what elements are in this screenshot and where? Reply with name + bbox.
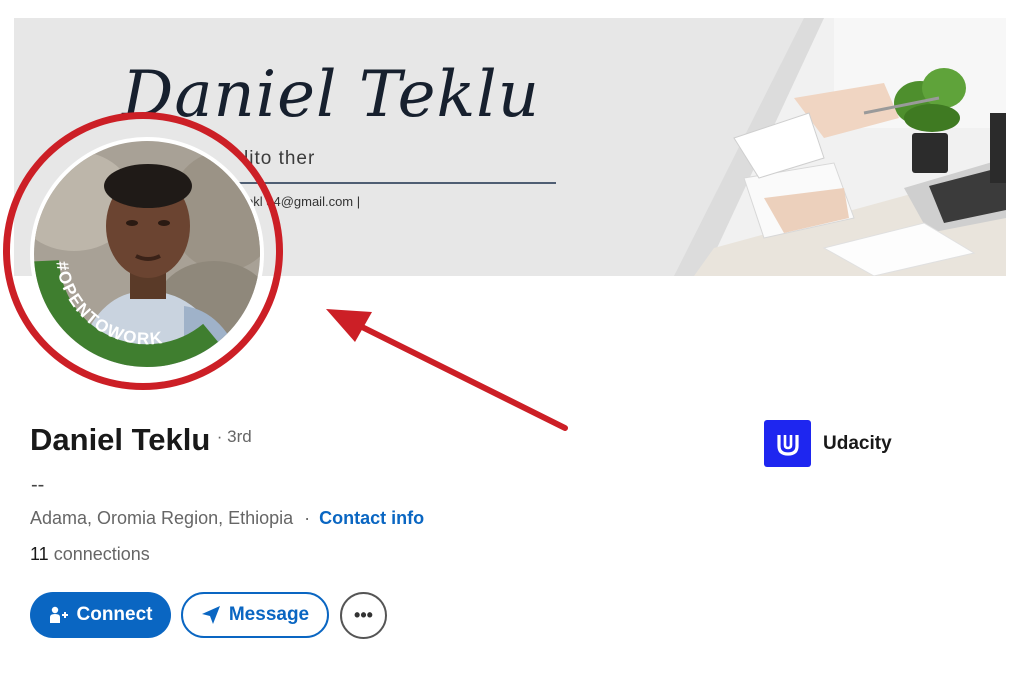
connection-degree: · 3rd	[216, 427, 252, 446]
profile-location: Adama, Oromia Region, Ethiopia	[30, 508, 294, 528]
connect-label: Connect	[76, 604, 153, 625]
message-label: Message	[228, 604, 310, 625]
avatar-photo: #OPENTOWORK	[34, 141, 260, 367]
more-label: •••	[354, 605, 373, 625]
name-row: Daniel Teklu · 3rd	[30, 422, 252, 458]
contact-info-link[interactable]: Contact info	[319, 508, 424, 528]
location-row: Adama, Oromia Region, Ethiopia · Contact…	[30, 508, 424, 529]
connections-number: 11	[30, 544, 49, 564]
message-button[interactable]: Message	[181, 592, 329, 638]
profile-name: Daniel Teklu	[30, 422, 211, 457]
connections-count[interactable]: 11 connections	[30, 544, 150, 565]
udacity-logo-icon	[764, 420, 811, 467]
banner-office-photo	[674, 18, 1006, 276]
company-name: Udacity	[823, 432, 892, 454]
location-separator: ·	[304, 508, 311, 528]
connections-label: connections	[53, 544, 150, 564]
add-person-icon	[49, 605, 69, 625]
more-actions-button[interactable]: •••	[340, 592, 387, 639]
profile-headline: --	[31, 474, 45, 496]
send-icon	[201, 605, 221, 625]
profile-card: Daniel Teklu lito ther ekl 34@gmail.com …	[0, 0, 1024, 676]
current-company[interactable]: Udacity	[764, 420, 892, 467]
connect-button[interactable]: Connect	[30, 592, 171, 638]
profile-avatar[interactable]: #OPENTOWORK	[34, 141, 260, 367]
